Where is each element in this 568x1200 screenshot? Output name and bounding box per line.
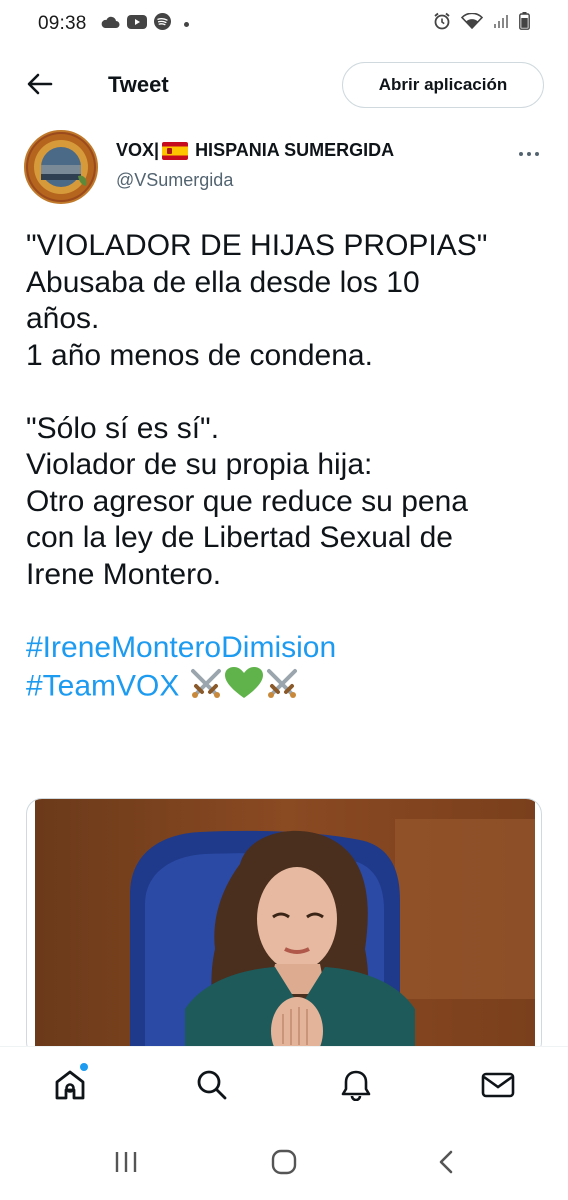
nav-search[interactable] xyxy=(192,1067,232,1107)
more-options-button[interactable] xyxy=(514,146,544,162)
top-header: Tweet Abrir aplicación xyxy=(0,46,568,124)
media-image xyxy=(35,799,535,1057)
back-system-button[interactable] xyxy=(424,1146,468,1182)
hashtag-link[interactable]: #TeamVOX xyxy=(26,670,179,703)
bottom-navigation xyxy=(0,1046,568,1129)
open-app-button[interactable]: Abrir aplicación xyxy=(342,62,544,108)
youtube-icon xyxy=(127,14,147,34)
author-name-suffix: HISPANIA SUMERGIDA xyxy=(195,140,395,160)
home-system-button[interactable] xyxy=(262,1146,306,1182)
nav-messages[interactable] xyxy=(478,1067,518,1107)
author-handle[interactable]: @VSumergida xyxy=(116,170,233,191)
tweet-text: "VIOLADOR DE HIJAS PROPIAS" Abusaba de e… xyxy=(26,228,556,703)
recent-apps-button[interactable] xyxy=(104,1146,148,1182)
author-name-prefix: VOX| xyxy=(116,140,160,160)
crossed-swords-icon xyxy=(188,666,224,710)
alarm-icon xyxy=(433,12,451,35)
status-icons-left xyxy=(100,13,189,35)
nav-notifications[interactable] xyxy=(336,1067,376,1107)
spotify-icon xyxy=(154,13,171,35)
chevron-left-icon xyxy=(437,1149,455,1180)
nav-home[interactable] xyxy=(50,1063,90,1107)
cloud-icon xyxy=(100,15,120,34)
hashtag-line: #TeamVOX xyxy=(26,666,556,703)
wifi-icon xyxy=(460,12,484,34)
more-dot-icon xyxy=(519,152,523,156)
signal-icon xyxy=(493,13,509,34)
tweet-line: Abusaba de ella desde los 10 xyxy=(26,265,420,299)
battery-icon xyxy=(519,12,530,35)
more-dot-icon xyxy=(535,152,539,156)
bell-icon xyxy=(341,1069,371,1106)
tweet-line: 1 año menos de condena. xyxy=(26,338,373,372)
arrow-left-icon xyxy=(27,73,53,100)
author-display-name[interactable]: VOX| HISPANIA SUMERGIDA xyxy=(116,140,394,161)
home-icon xyxy=(53,1069,87,1106)
hashtag-link[interactable]: #IreneMonteroDimision xyxy=(26,631,336,664)
search-icon xyxy=(196,1069,228,1106)
avatar[interactable] xyxy=(24,130,98,204)
status-icons-right xyxy=(433,12,530,35)
envelope-icon xyxy=(481,1071,515,1104)
hashtag-line: #IreneMonteroDimision xyxy=(26,630,556,667)
tweet-line: "Sólo sí es sí". xyxy=(26,411,220,445)
crossed-swords-icon xyxy=(264,666,300,710)
more-dot-icon xyxy=(527,152,531,156)
status-time: 09:38 xyxy=(38,13,87,34)
status-bar: 09:38 xyxy=(0,0,568,46)
spain-flag-icon xyxy=(162,141,189,160)
tweet-line: años. xyxy=(26,302,100,335)
dot-icon xyxy=(184,21,189,27)
notification-dot xyxy=(80,1063,88,1071)
android-navigation-bar xyxy=(0,1128,568,1200)
recent-apps-icon xyxy=(113,1150,139,1179)
tweet-line: Violador de su propia hija: xyxy=(26,448,373,481)
home-circle-icon xyxy=(270,1148,298,1181)
page-title: Tweet xyxy=(108,72,169,97)
tweet-media[interactable] xyxy=(26,798,542,1058)
tweet-line: Irene Montero. xyxy=(26,557,222,591)
tweet-author: VOX| HISPANIA SUMERGIDA @VSumergida xyxy=(0,126,568,206)
back-button[interactable] xyxy=(22,68,58,104)
tweet-line: "VIOLADOR DE HIJAS PROPIAS" xyxy=(26,229,488,262)
tweet-line: Otro agresor que reduce su pena xyxy=(26,484,468,518)
tweet-line: con la ley de Libertad Sexual de xyxy=(26,521,453,554)
green-heart-icon xyxy=(224,666,264,710)
